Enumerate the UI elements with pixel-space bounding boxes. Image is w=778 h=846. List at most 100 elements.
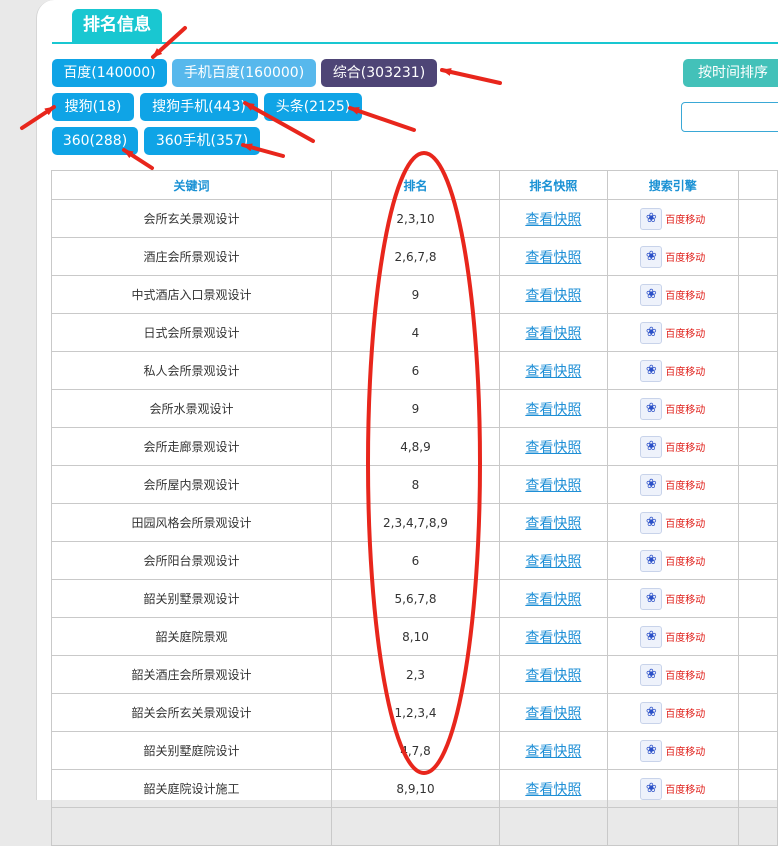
view-snapshot-link[interactable]: 查看快照 [525, 668, 581, 684]
engine-label: 百度移动 [665, 291, 706, 302]
engine-button-360-mobile[interactable]: 360手机(357) [144, 127, 260, 155]
engine-cell: ❀ 百度移动 [606, 313, 739, 352]
engine-badge: ❀ 百度移动 [640, 511, 705, 534]
baidu-paw-icon: ❀ [640, 359, 663, 382]
engine-badge: ❀ 百度移动 [640, 397, 706, 420]
view-snapshot-link[interactable]: 查看快照 [525, 212, 581, 228]
engine-cell: ❀ 百度移动 [606, 237, 739, 276]
snapshot-cell: 查看快照 [498, 693, 608, 732]
view-snapshot-link[interactable]: 查看快照 [525, 250, 581, 266]
column-header-rank: 排名 [331, 170, 500, 200]
extra-cell [737, 313, 778, 352]
extra-cell [737, 199, 778, 238]
engine-button-mobile-baidu[interactable]: 手机百度(160000) [172, 59, 316, 87]
engine-label: 百度移动 [665, 671, 706, 682]
extra-cell [737, 731, 778, 770]
view-snapshot-link[interactable]: 查看快照 [525, 744, 581, 760]
rank-cell: 2,3 [331, 655, 500, 694]
view-snapshot-link[interactable]: 查看快照 [525, 288, 581, 304]
view-snapshot-link[interactable]: 查看快照 [525, 364, 581, 380]
view-snapshot-link[interactable]: 查看快照 [525, 440, 581, 456]
baidu-paw-icon: ❀ [640, 663, 663, 686]
engine-button-360[interactable]: 360(288) [52, 127, 138, 155]
view-snapshot-link[interactable]: 查看快照 [525, 782, 581, 798]
view-snapshot-link[interactable]: 查看快照 [525, 402, 581, 418]
engine-button-sogou[interactable]: 搜狗(18) [52, 93, 134, 121]
engine-label: 百度移动 [665, 215, 706, 226]
engine-cell: ❀ 百度移动 [606, 427, 739, 466]
snapshot-cell: 查看快照 [498, 427, 608, 466]
engine-cell: ❀ 百度移动 [606, 655, 739, 694]
engine-badge: ❀ 百度移动 [640, 473, 706, 496]
snapshot-cell: 查看快照 [498, 617, 608, 656]
keyword-cell: 韶关庭院景观 [50, 617, 333, 656]
engine-cell: ❀ 百度移动 [606, 541, 739, 580]
view-snapshot-link[interactable]: 查看快照 [525, 326, 581, 342]
extra-cell [737, 541, 778, 580]
baidu-paw-icon: ❀ [640, 207, 663, 230]
engine-cell: ❀ 百度移动 [606, 465, 739, 504]
snapshot-cell: 查看快照 [498, 237, 608, 276]
column-header-extra [737, 170, 778, 200]
rank-cell: 8,9,10 [331, 769, 500, 808]
table-row: 韶关别墅景观设计 5,6,7,8 查看快照 ❀ 百度移动 [50, 579, 778, 618]
extra-cell [737, 275, 778, 314]
filter-input[interactable] [681, 102, 778, 132]
engine-badge: ❀ 百度移动 [640, 321, 705, 344]
engine-badge: ❀ 百度移动 [640, 435, 705, 458]
engine-badge: ❀ 百度移动 [640, 587, 706, 610]
engine-label: 百度移动 [665, 405, 706, 416]
engine-cell: ❀ 百度移动 [606, 389, 739, 428]
table-row: 韶关庭院设计施工 8,9,10 查看快照 ❀ 百度移动 [50, 769, 778, 808]
page-title: 排名信息 [72, 9, 162, 42]
ranking-table: 关键词 排名 排名快照 搜索引擎 会所玄关景观设计 2,3,10 查看快照 ❀ 百度移动… [50, 170, 778, 846]
table-row: 日式会所景观设计 4 查看快照 ❀ 百度移动 [50, 313, 778, 352]
sort-by-time-button[interactable]: 按时间排序 [683, 59, 778, 87]
rank-cell: 4,7,8 [331, 731, 500, 770]
baidu-paw-icon: ❀ [640, 739, 663, 762]
table-row: 韶关别墅庭院设计 4,7,8 查看快照 ❀ 百度移动 [50, 731, 778, 770]
table-row: 韶关会所玄关景观设计 1,2,3,4 查看快照 ❀ 百度移动 [50, 693, 778, 732]
rank-cell: 2,3,4,7,8,9 [331, 503, 500, 542]
snapshot-cell: 查看快照 [498, 313, 608, 352]
table-row: 会所屋内景观设计 8 查看快照 ❀ 百度移动 [50, 465, 778, 504]
view-snapshot-link[interactable]: 查看快照 [525, 516, 581, 532]
engine-label: 百度移动 [665, 633, 706, 644]
engine-button-overall[interactable]: 综合(303231) [321, 59, 437, 87]
engine-cell: ❀ 百度移动 [606, 693, 739, 732]
engine-label: 百度移动 [665, 557, 706, 568]
column-header-keyword: 关键词 [50, 170, 333, 200]
keyword-cell: 日式会所景观设计 [50, 313, 333, 352]
engine-cell: ❀ 百度移动 [606, 731, 739, 770]
rank-cell: 6 [331, 541, 500, 580]
snapshot-cell: 查看快照 [498, 655, 608, 694]
table-row: 私人会所景观设计 6 查看快照 ❀ 百度移动 [50, 351, 778, 390]
extra-cell [737, 389, 778, 428]
snapshot-cell: 查看快照 [498, 389, 608, 428]
engine-button-baidu[interactable]: 百度(140000) [52, 59, 167, 87]
view-snapshot-link[interactable]: 查看快照 [525, 592, 581, 608]
rank-cell: 9 [331, 389, 500, 428]
snapshot-cell: 查看快照 [498, 351, 608, 390]
view-snapshot-link[interactable]: 查看快照 [525, 630, 581, 646]
view-snapshot-link[interactable]: 查看快照 [525, 478, 581, 494]
view-snapshot-link[interactable]: 查看快照 [525, 554, 581, 570]
extra-cell [737, 427, 778, 466]
extra-cell [737, 655, 778, 694]
engine-button-sogou-mobile[interactable]: 搜狗手机(443) [140, 93, 258, 121]
engine-label: 百度移动 [665, 595, 706, 606]
engine-label: 百度移动 [665, 709, 706, 720]
title-divider [52, 42, 778, 44]
engine-button-toutiao[interactable]: 头条(2125) [264, 93, 362, 121]
keyword-cell: 韶关别墅景观设计 [50, 579, 333, 618]
rank-cell [331, 807, 500, 846]
table-row [50, 807, 778, 846]
keyword-cell: 会所屋内景观设计 [50, 465, 333, 504]
table-row: 酒庄会所景观设计 2,6,7,8 查看快照 ❀ 百度移动 [50, 237, 778, 276]
engine-label: 百度移动 [665, 481, 706, 492]
keyword-cell: 会所走廊景观设计 [50, 427, 333, 466]
view-snapshot-link[interactable]: 查看快照 [525, 706, 581, 722]
table-row: 会所玄关景观设计 2,3,10 查看快照 ❀ 百度移动 [50, 199, 778, 238]
extra-cell [737, 693, 778, 732]
rank-cell: 5,6,7,8 [331, 579, 500, 618]
